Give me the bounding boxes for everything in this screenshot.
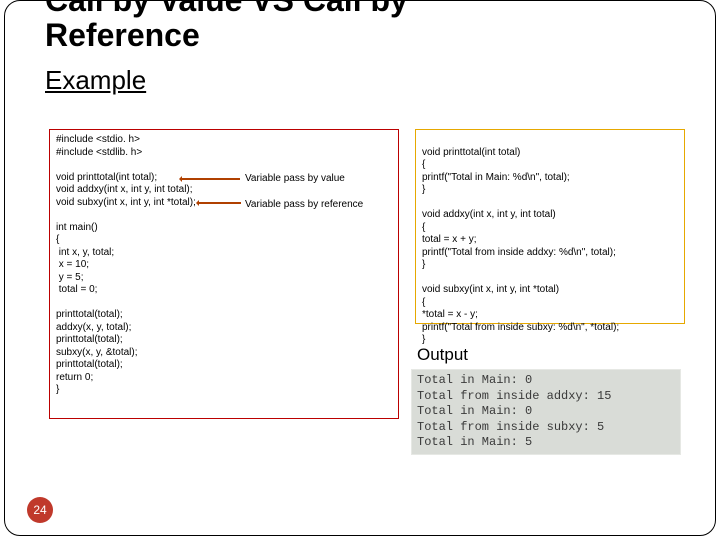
- annotation-pass-by-reference: Variable pass by reference: [245, 199, 363, 210]
- output-heading: Output: [417, 345, 468, 365]
- slide-title: Call by Value VS Call by Reference: [45, 0, 408, 53]
- arrow-icon: [180, 178, 240, 180]
- slide-frame: Call by Value VS Call by Reference Examp…: [4, 0, 716, 536]
- output-console: Total in Main: 0 Total from inside addxy…: [411, 369, 681, 455]
- code-box-left: #include <stdio. h> #include <stdlib. h>…: [49, 129, 399, 419]
- arrow-icon: [197, 202, 241, 204]
- slide-subtitle: Example: [45, 65, 146, 96]
- annotation-pass-by-value: Variable pass by value: [245, 173, 345, 184]
- page-number-badge: 24: [27, 497, 53, 523]
- code-box-right: void printtotal(int total) { printf("Tot…: [415, 129, 685, 324]
